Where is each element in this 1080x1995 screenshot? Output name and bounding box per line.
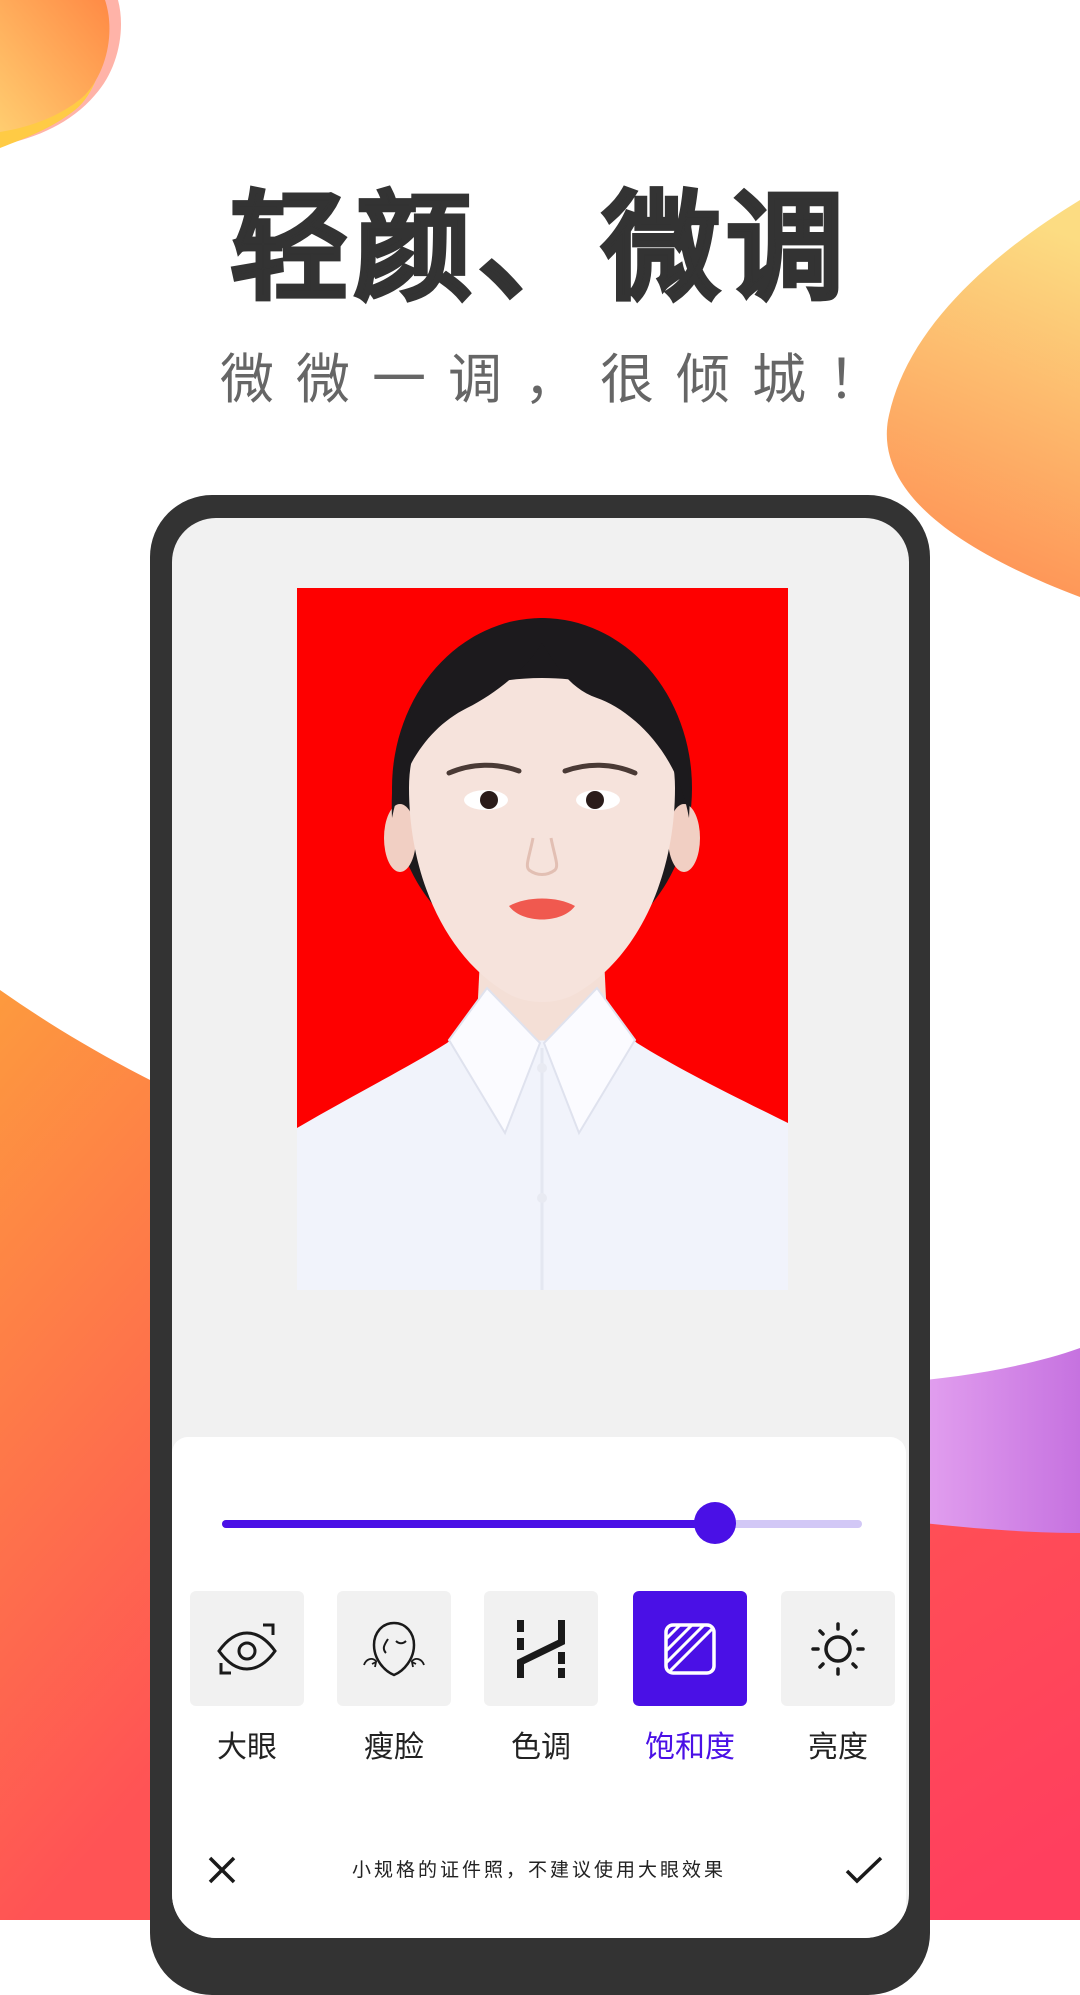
bottom-bar: 小规格的证件照，不建议使用大眼效果 xyxy=(172,1833,906,1903)
tool-tile[interactable] xyxy=(633,1591,747,1706)
tool-label: 大眼 xyxy=(217,1730,277,1765)
headline-subtitle: 微微一调，很倾城！ xyxy=(220,348,904,411)
tool-label: 色调 xyxy=(511,1730,571,1765)
portrait-illustration xyxy=(297,618,788,1290)
tone-curve-icon xyxy=(517,1619,565,1678)
tool-saturation[interactable]: 饱和度 xyxy=(633,1591,747,1768)
tool-brightness[interactable]: 亮度 xyxy=(781,1591,895,1768)
headline-title: 轻颜、微调 xyxy=(228,178,850,319)
tool-tile[interactable] xyxy=(484,1591,598,1706)
intensity-slider[interactable] xyxy=(222,1502,862,1546)
adjustment-panel: 大眼 瘦脸 色调 饱和度 亮度 小规格的证件照，不建议使用大眼效果 xyxy=(172,1437,906,1938)
tool-bar: 大眼 瘦脸 色调 饱和度 亮度 xyxy=(190,1591,909,1791)
confirm-button[interactable] xyxy=(842,1848,886,1892)
face-slim-icon xyxy=(363,1621,425,1676)
tool-tile[interactable] xyxy=(781,1591,895,1706)
id-photo xyxy=(297,588,788,1290)
tool-label: 饱和度 xyxy=(645,1730,735,1765)
cancel-button[interactable] xyxy=(200,1848,244,1892)
sun-icon xyxy=(811,1621,865,1676)
slider-fill xyxy=(222,1520,715,1528)
tool-label: 瘦脸 xyxy=(364,1730,424,1765)
check-icon xyxy=(845,1856,883,1884)
blob-top-left-orange xyxy=(0,0,110,132)
phone-screen: 大眼 瘦脸 色调 饱和度 亮度 小规格的证件照，不建议使用大眼效果 xyxy=(172,518,909,1938)
tool-tile[interactable] xyxy=(190,1591,304,1706)
tool-slim-face[interactable]: 瘦脸 xyxy=(337,1591,451,1768)
close-icon xyxy=(208,1856,236,1884)
tool-tone[interactable]: 色调 xyxy=(484,1591,598,1768)
saturation-icon xyxy=(664,1622,716,1675)
slider-thumb[interactable] xyxy=(693,1502,736,1544)
tool-tile[interactable] xyxy=(337,1591,451,1706)
tool-label: 亮度 xyxy=(808,1730,868,1765)
blob-left-bottom xyxy=(0,990,160,1920)
eye-focus-icon xyxy=(217,1623,277,1674)
hint-text: 小规格的证件照，不建议使用大眼效果 xyxy=(351,1859,726,1881)
tool-big-eyes[interactable]: 大眼 xyxy=(190,1591,304,1768)
